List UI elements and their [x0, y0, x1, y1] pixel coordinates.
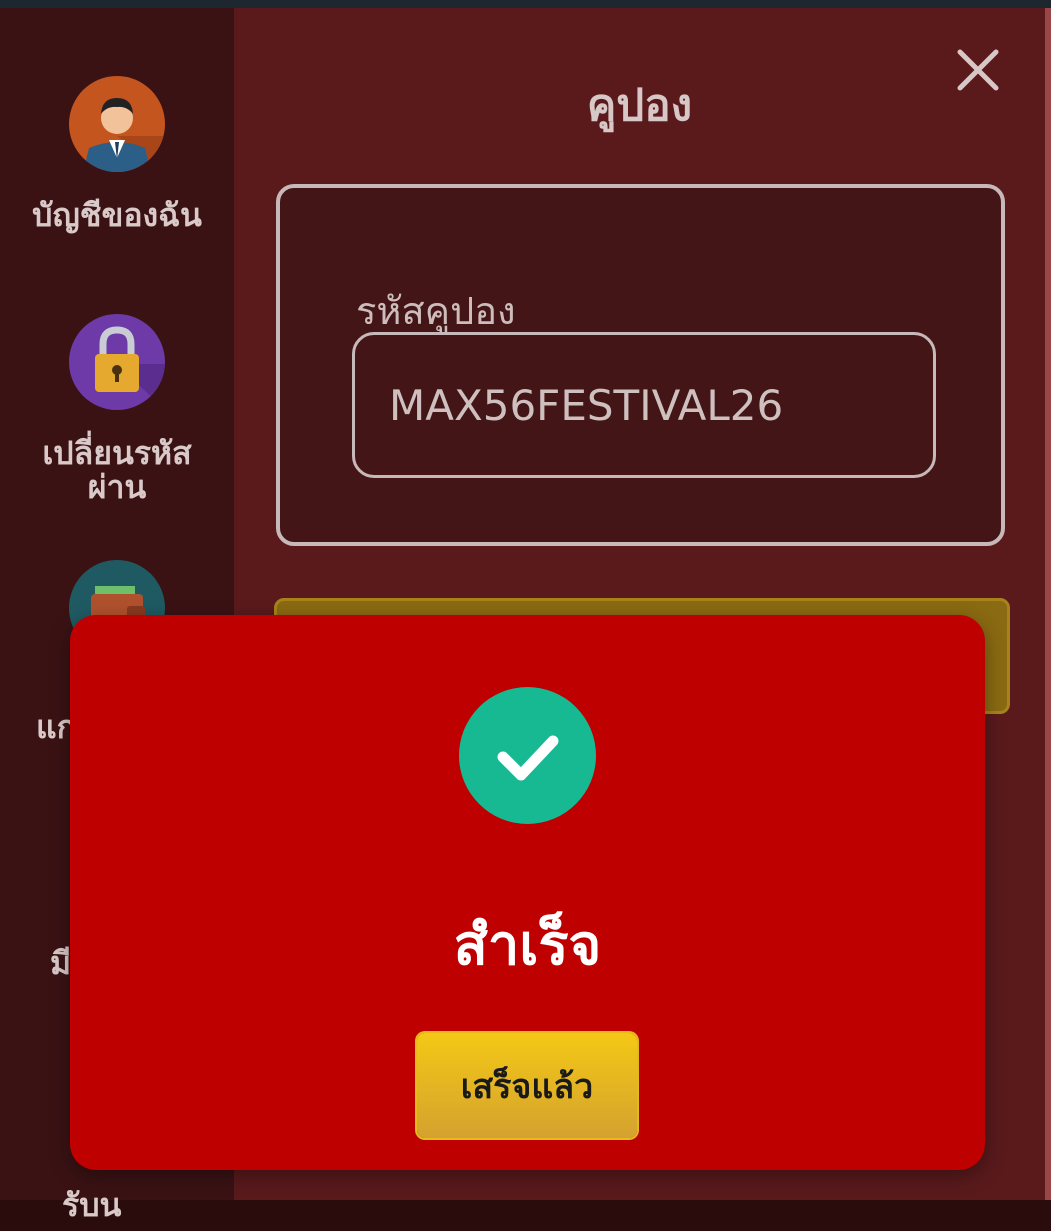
close-icon[interactable]	[954, 46, 1002, 94]
sidebar-item-my-account[interactable]: บัญชีของฉัน	[0, 76, 234, 232]
user-avatar-icon	[69, 76, 165, 172]
success-title: สำเร็จ	[453, 913, 602, 978]
sidebar-item-partial[interactable]: รับน	[62, 1180, 121, 1231]
sidebar-item-partial[interactable]: มี	[50, 938, 71, 989]
sidebar-item-label: มี	[50, 944, 72, 982]
success-dialog: สำเร็จ เสร็จแล้ว	[70, 615, 985, 1170]
page-title: คูปอง	[586, 80, 693, 131]
padlock-icon	[69, 314, 165, 410]
browser-top-bar	[0, 0, 1051, 8]
done-button[interactable]: เสร็จแล้ว	[417, 1033, 637, 1138]
sidebar-item-label: รับน	[62, 1186, 122, 1224]
scroll-edge	[1045, 8, 1051, 1200]
success-check-icon	[459, 687, 596, 824]
sidebar-item-change-password[interactable]: เปลี่ยนรหัสผ่าน	[0, 314, 234, 504]
sidebar-item-label: บัญชีของฉัน	[32, 196, 202, 234]
coupon-form-box: รหัสคูปอง	[276, 184, 1005, 546]
sidebar-item-label: เปลี่ยนรหัสผ่าน	[42, 434, 192, 506]
coupon-code-input[interactable]	[352, 332, 936, 478]
